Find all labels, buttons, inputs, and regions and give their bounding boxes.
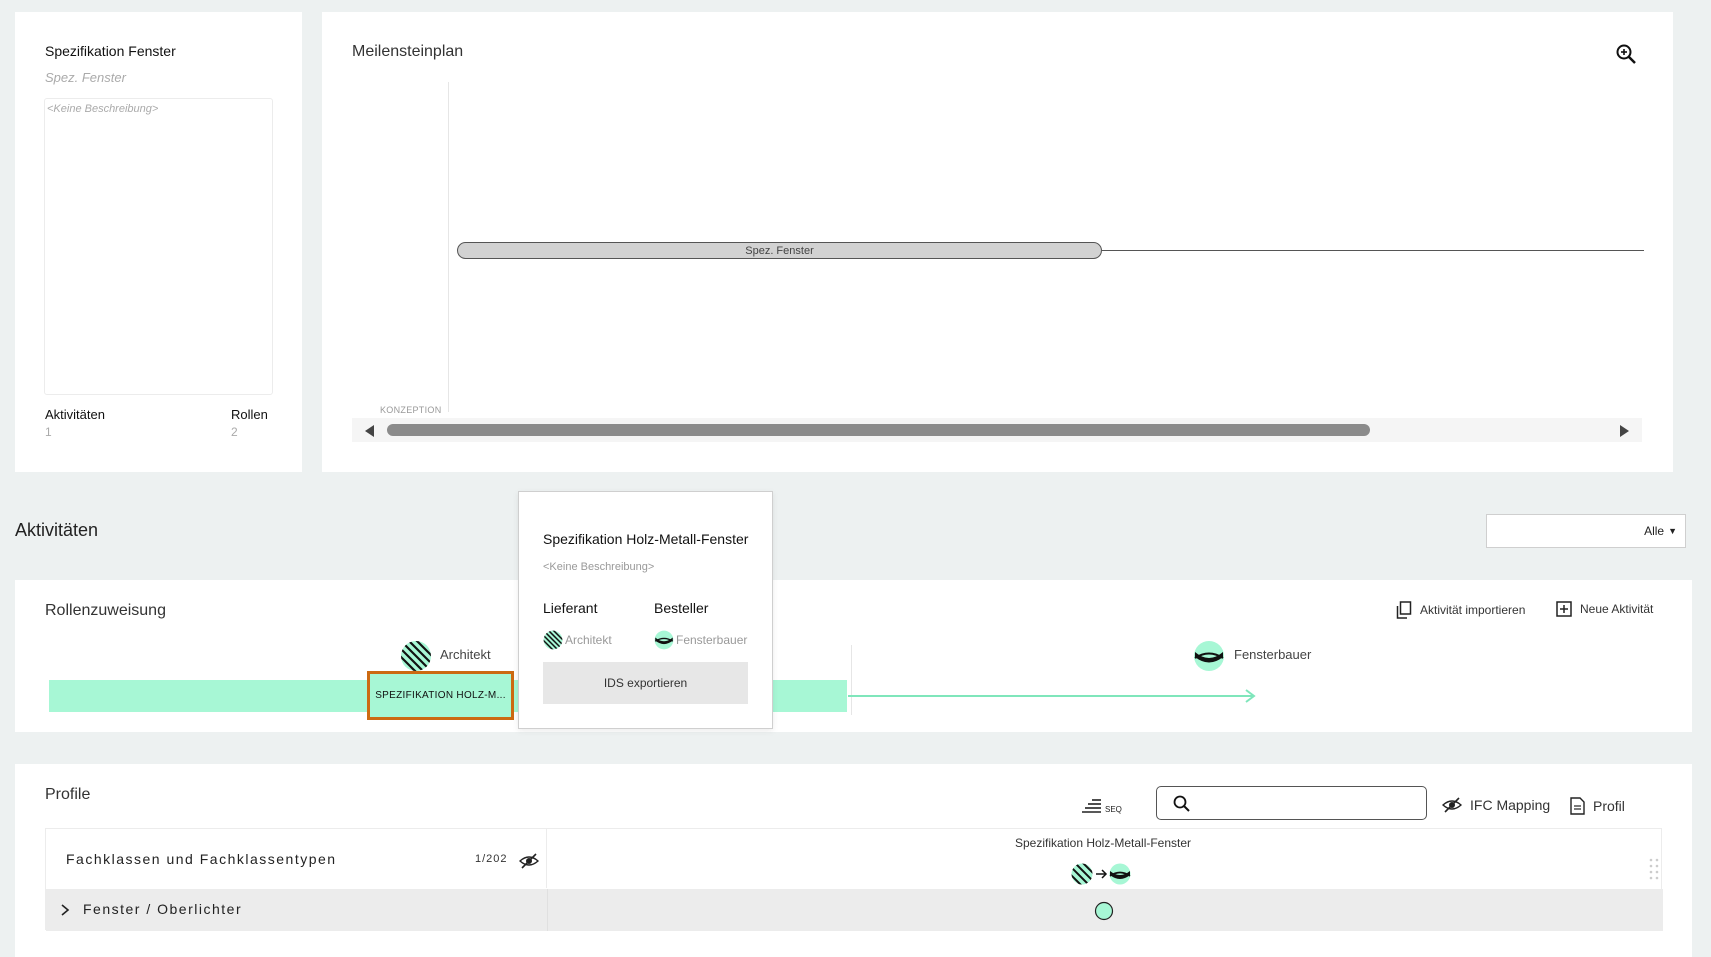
profile-label: Profil bbox=[1593, 798, 1625, 814]
architect-role-icon bbox=[543, 630, 563, 650]
orderer-role-label: Fensterbauer bbox=[676, 633, 748, 647]
supplier-heading: Lieferant bbox=[543, 600, 598, 616]
architect-role-icon bbox=[400, 640, 432, 672]
group-count: 1/202 bbox=[475, 853, 508, 865]
zoom-in-icon[interactable] bbox=[1615, 43, 1637, 65]
import-activity-button[interactable]: Aktivität importieren bbox=[1396, 601, 1525, 619]
search-input[interactable] bbox=[1199, 793, 1419, 813]
activity-chip[interactable]: SPEZIFIKATION HOLZ-M... bbox=[367, 671, 514, 720]
ids-export-button[interactable]: IDS exportieren bbox=[543, 662, 748, 704]
orderer-heading: Besteller bbox=[654, 600, 709, 616]
chevron-right-icon[interactable] bbox=[60, 903, 70, 917]
profiles-title: Profile bbox=[45, 786, 91, 803]
window-builder-role-icon bbox=[1193, 640, 1225, 672]
popover-description: <Keine Beschreibung> bbox=[543, 561, 655, 573]
eye-off-icon[interactable] bbox=[519, 853, 539, 869]
window-builder-role-icon bbox=[654, 630, 674, 650]
search-icon bbox=[1173, 795, 1190, 812]
supplier-role-label: Architekt bbox=[565, 633, 612, 647]
document-icon bbox=[1570, 797, 1585, 815]
caret-down-icon: ▼ bbox=[1668, 526, 1677, 536]
table-header-group: Fachklassen und Fachklassentypen 1/202 bbox=[46, 829, 547, 888]
activity-filter-select[interactable]: Alle ▼ bbox=[1486, 514, 1686, 548]
stat-activities-value: 1 bbox=[45, 425, 52, 439]
role-assignment-title: Rollenzuweisung bbox=[45, 602, 166, 619]
lane-divider bbox=[851, 645, 852, 715]
project-title: Spezifikation Fenster bbox=[45, 43, 176, 59]
scroll-left-icon[interactable] bbox=[363, 424, 375, 438]
table-row[interactable]: Fenster / Oberlichter bbox=[46, 889, 1663, 931]
activities-heading: Aktivitäten bbox=[15, 520, 99, 540]
status-circle-icon[interactable] bbox=[1094, 901, 1114, 921]
project-short-name: Spez. Fenster bbox=[45, 70, 126, 85]
row-label: Fenster / Oberlichter bbox=[83, 901, 243, 917]
profile-button[interactable]: Profil bbox=[1570, 797, 1625, 815]
new-activity-button[interactable]: Neue Aktivität bbox=[1556, 601, 1653, 617]
timeline-axis bbox=[448, 82, 449, 412]
milestone-bar[interactable]: Spez. Fenster bbox=[457, 242, 1102, 259]
window-builder-role-label: Fensterbauer bbox=[1234, 647, 1312, 662]
sequence-sort-button[interactable]: SEQ bbox=[1082, 798, 1122, 814]
copy-icon bbox=[1396, 601, 1412, 619]
ifc-mapping-label: IFC Mapping bbox=[1470, 797, 1551, 813]
new-activity-label: Neue Aktivität bbox=[1580, 602, 1654, 616]
ifc-mapping-toggle[interactable]: IFC Mapping bbox=[1442, 797, 1550, 813]
import-activity-label: Aktivität importieren bbox=[1420, 603, 1526, 617]
plus-square-icon bbox=[1556, 601, 1572, 617]
supplier-role: Architekt bbox=[543, 630, 612, 650]
architect-role-label: Architekt bbox=[440, 647, 491, 662]
column-title: Spezifikation Holz-Metall-Fenster bbox=[1014, 836, 1192, 850]
orderer-role: Fensterbauer bbox=[654, 630, 747, 650]
project-description[interactable]: <Keine Beschreibung> bbox=[44, 98, 273, 395]
scroll-right-icon[interactable] bbox=[1619, 424, 1631, 438]
role-flow-indicator bbox=[1070, 863, 1140, 885]
filter-value: Alle bbox=[1644, 524, 1665, 538]
scrollbar-thumb[interactable] bbox=[387, 424, 1370, 436]
handover-arrow bbox=[848, 688, 1258, 704]
eye-off-icon bbox=[1442, 797, 1462, 813]
milestone-line bbox=[1102, 250, 1644, 251]
profile-search-box[interactable] bbox=[1156, 786, 1427, 820]
activity-popover: Spezifikation Holz-Metall-Fenster <Keine… bbox=[518, 491, 773, 729]
column-divider bbox=[547, 889, 548, 931]
drag-handle-icon[interactable] bbox=[1648, 857, 1660, 883]
popover-title: Spezifikation Holz-Metall-Fenster bbox=[543, 531, 749, 547]
stat-roles-label: Rollen bbox=[231, 407, 268, 422]
profiles-table: Fachklassen und Fachklassentypen 1/202 S… bbox=[45, 828, 1663, 931]
stat-roles-value: 2 bbox=[231, 425, 238, 439]
stat-activities-label: Aktivitäten bbox=[45, 407, 105, 422]
phase-label: KONZEPTION bbox=[380, 405, 442, 415]
sort-lines-icon bbox=[1082, 798, 1102, 814]
group-label: Fachklassen und Fachklassentypen bbox=[66, 851, 337, 867]
milestone-title: Meilensteinplan bbox=[352, 43, 464, 60]
seq-label: SEQ bbox=[1105, 805, 1122, 814]
